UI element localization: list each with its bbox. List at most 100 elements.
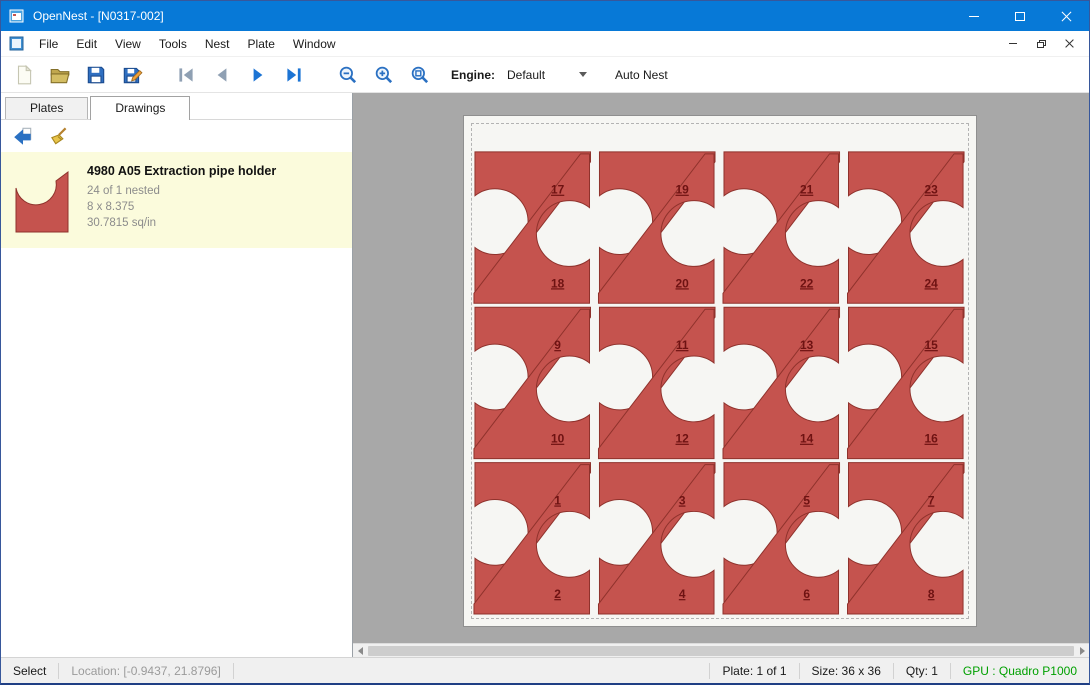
titlebar: OpenNest - [N0317-002] [1, 1, 1089, 31]
part-number: 7 [928, 493, 935, 507]
minimize-icon [969, 16, 979, 17]
previous-plate-button[interactable] [207, 60, 237, 90]
nest-pair[interactable]: 34 [598, 463, 715, 614]
part-number: 5 [803, 493, 810, 507]
part-number: 12 [676, 432, 690, 446]
status-qty: Qty: 1 [894, 664, 950, 678]
tab-drawings[interactable]: Drawings [90, 96, 190, 120]
zoom-out-button[interactable] [333, 60, 363, 90]
drawing-dimensions: 8 x 8.375 [87, 199, 276, 215]
part-number: 21 [800, 183, 814, 197]
save-button[interactable] [81, 60, 111, 90]
part-number: 13 [800, 338, 814, 352]
engine-selected-value: Default [507, 68, 579, 82]
part-number: 22 [800, 276, 814, 290]
next-plate-button[interactable] [243, 60, 273, 90]
maximize-icon [1015, 12, 1025, 21]
main-toolbar: Engine: Default Auto Nest [1, 57, 1089, 93]
part-thumbnail [13, 162, 73, 236]
mdi-document-icon[interactable] [9, 36, 24, 51]
nest-pair[interactable]: 1920 [598, 152, 715, 303]
tab-plates[interactable]: Plates [5, 97, 88, 119]
auto-nest-button[interactable]: Auto Nest [607, 63, 676, 87]
nest-pair[interactable]: 12 [474, 463, 591, 614]
menu-view[interactable]: View [106, 33, 150, 55]
menu-window[interactable]: Window [284, 33, 345, 55]
replace-drawing-button[interactable] [9, 123, 37, 149]
main-area: Plates Drawings 4980 A05 Extraction pip [1, 93, 1089, 657]
nest-pair[interactable]: 11 12 [598, 307, 715, 458]
zoom-in-button[interactable] [369, 60, 399, 90]
nest-pair[interactable]: 1718 [474, 152, 591, 303]
minimize-button[interactable] [951, 1, 997, 31]
mdi-minimize-button[interactable] [999, 34, 1027, 54]
side-panel: Plates Drawings 4980 A05 Extraction pip [1, 93, 353, 657]
first-arrow-icon [175, 64, 197, 86]
part-number: 2 [554, 587, 561, 601]
drawing-title: 4980 A05 Extraction pipe holder [87, 164, 276, 178]
broom-icon [48, 125, 70, 147]
part-number: 4 [679, 587, 686, 601]
part-number: 23 [925, 183, 939, 197]
part-number: 19 [676, 183, 690, 197]
nest-pair[interactable]: 21 22 [723, 152, 840, 303]
drawing-nested-count: 24 of 1 nested [87, 183, 276, 199]
status-separator [233, 663, 234, 679]
close-button[interactable] [1043, 1, 1089, 31]
horizontal-scrollbar[interactable] [353, 643, 1089, 657]
drawing-meta: 4980 A05 Extraction pipe holder 24 of 1 … [87, 162, 276, 236]
blue-arrow-icon [12, 125, 34, 147]
app-icon [9, 8, 25, 24]
nest-canvas[interactable]: 171819202122232491011121314151612345678 [353, 93, 1089, 657]
plate[interactable]: 171819202122232491011121314151612345678 [463, 115, 977, 627]
nest-pair[interactable]: 78 [848, 463, 965, 614]
nest-pair[interactable]: 1516 [848, 307, 965, 458]
scroll-right-arrow-icon[interactable] [1075, 644, 1089, 658]
engine-select[interactable]: Default [501, 63, 593, 87]
mdi-minimize-icon [1009, 43, 1017, 44]
next-arrow-icon [247, 64, 269, 86]
menu-plate[interactable]: Plate [239, 33, 284, 55]
new-button[interactable] [9, 60, 39, 90]
menu-bar: File Edit View Tools Nest Plate Window [1, 31, 1089, 57]
engine-label: Engine: [451, 68, 495, 82]
status-location: Location: [-0.9437, 21.8796] [59, 664, 232, 678]
status-size: Size: 36 x 36 [800, 664, 893, 678]
menu-tools[interactable]: Tools [150, 33, 196, 55]
clear-broom-button[interactable] [45, 123, 73, 149]
scroll-left-arrow-icon[interactable] [353, 644, 367, 658]
first-plate-button[interactable] [171, 60, 201, 90]
last-plate-button[interactable] [279, 60, 309, 90]
menu-edit[interactable]: Edit [67, 33, 106, 55]
save-as-icon [121, 64, 143, 86]
part-number: 17 [551, 183, 565, 197]
mdi-close-icon [1065, 39, 1074, 48]
horizontal-scrollbar-thumb[interactable] [368, 646, 1074, 656]
open-button[interactable] [45, 60, 75, 90]
mdi-close-button[interactable] [1055, 34, 1083, 54]
save-as-button[interactable] [117, 60, 147, 90]
status-plate: Plate: 1 of 1 [710, 664, 798, 678]
part-number: 3 [679, 493, 686, 507]
part-number: 18 [551, 276, 565, 290]
mdi-window-controls [999, 34, 1083, 54]
nest-pair[interactable]: 1314 [723, 307, 840, 458]
menu-file[interactable]: File [30, 33, 67, 55]
part-number: 11 [676, 338, 689, 352]
part-number: 9 [554, 338, 561, 352]
panel-tabstrip: Plates Drawings [1, 93, 352, 120]
part-number: 15 [925, 338, 939, 352]
window-title: OpenNest - [N0317-002] [33, 9, 164, 23]
maximize-button[interactable] [997, 1, 1043, 31]
mdi-restore-button[interactable] [1027, 34, 1055, 54]
nest-pair[interactable]: 910 [474, 307, 591, 458]
nest-pair[interactable]: 2324 [848, 152, 965, 303]
drawing-list-item[interactable]: 4980 A05 Extraction pipe holder 24 of 1 … [1, 152, 352, 248]
part-number: 1 [554, 493, 561, 507]
menu-nest[interactable]: Nest [196, 33, 239, 55]
zoom-fit-button[interactable] [405, 60, 435, 90]
chevron-down-icon [579, 72, 587, 77]
last-arrow-icon [283, 64, 305, 86]
part-number: 16 [925, 432, 939, 446]
nest-pair[interactable]: 56 [723, 463, 840, 614]
